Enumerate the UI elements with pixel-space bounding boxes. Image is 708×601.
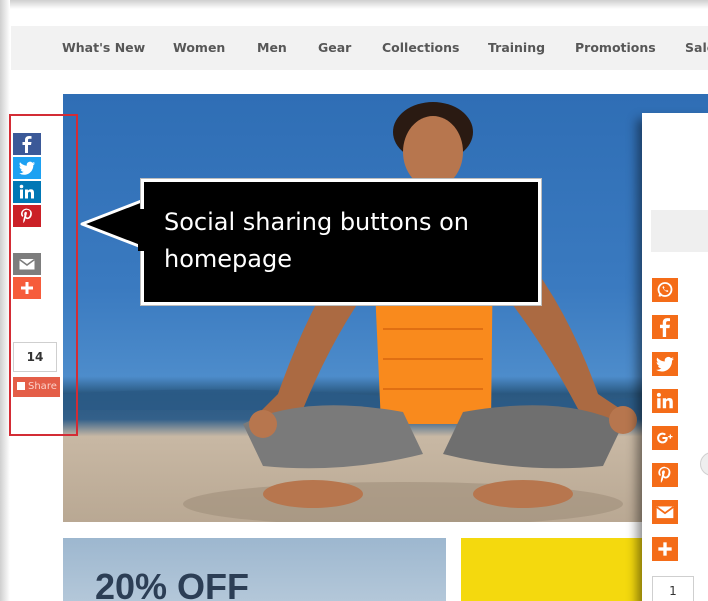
- nav-item-promotions[interactable]: Promotions: [575, 40, 656, 55]
- screenshot-frame: What's New Women Men Gear Collections Tr…: [0, 0, 708, 601]
- google-plus-icon: [657, 432, 673, 444]
- promo-tile-yellow[interactable]: [461, 538, 651, 601]
- email-share-button-orange[interactable]: [652, 500, 678, 524]
- twitter-share-button[interactable]: [13, 157, 41, 179]
- pinterest-share-button-orange[interactable]: [652, 463, 678, 487]
- pinterest-icon: [658, 466, 671, 483]
- twitter-share-button-orange[interactable]: [652, 352, 678, 376]
- share-button[interactable]: Share: [13, 377, 60, 397]
- whatsapp-share-button[interactable]: [652, 278, 678, 302]
- nav-item-women[interactable]: Women: [173, 40, 225, 55]
- google-plus-share-button[interactable]: [652, 426, 678, 450]
- main-navigation: What's New Women Men Gear Collections Tr…: [11, 26, 708, 70]
- popup-header-band: [651, 210, 708, 252]
- nav-item-sale[interactable]: Sale: [685, 40, 708, 55]
- more-share-button-orange[interactable]: [652, 537, 678, 561]
- promo-title: 20% OFF: [95, 566, 250, 601]
- facebook-share-button-orange[interactable]: [652, 315, 678, 339]
- facebook-icon: [660, 318, 670, 337]
- share-label-text: Share: [28, 381, 57, 392]
- more-share-button[interactable]: [13, 277, 41, 299]
- email-share-button[interactable]: [13, 253, 41, 275]
- hero-banner[interactable]: [63, 94, 708, 522]
- linkedin-share-button[interactable]: [13, 181, 41, 203]
- linkedin-icon: [19, 184, 34, 199]
- hero-photo-yoga-woman: [63, 102, 708, 522]
- linkedin-icon: [656, 392, 673, 409]
- plus-icon: [658, 542, 672, 556]
- frame-top-edge: [0, 0, 708, 9]
- nav-item-training[interactable]: Training: [488, 40, 545, 55]
- plus-icon: [21, 282, 33, 294]
- twitter-icon: [656, 356, 674, 372]
- callout-joint: [138, 209, 146, 251]
- share-plus-icon: [17, 382, 25, 390]
- annotation-callout: Social sharing buttons on homepage: [141, 179, 541, 305]
- whatsapp-icon: [657, 282, 673, 297]
- pinterest-icon: [21, 208, 32, 223]
- popup-share-count: 1: [652, 576, 694, 601]
- email-icon: [19, 258, 35, 270]
- nav-item-whats-new[interactable]: What's New: [62, 40, 145, 55]
- nav-item-gear[interactable]: Gear: [318, 40, 351, 55]
- linkedin-share-button-orange[interactable]: [652, 389, 678, 413]
- nav-item-collections[interactable]: Collections: [382, 40, 459, 55]
- facebook-icon: [22, 135, 32, 153]
- share-count: 14: [13, 342, 57, 372]
- callout-pointer: [80, 198, 146, 250]
- nav-item-men[interactable]: Men: [257, 40, 287, 55]
- callout-text: Social sharing buttons on homepage: [164, 208, 470, 273]
- twitter-icon: [19, 161, 35, 175]
- email-icon: [656, 506, 674, 519]
- promo-tile-discount[interactable]: 20% OFF: [63, 538, 446, 601]
- pinterest-share-button[interactable]: [13, 205, 41, 227]
- facebook-share-button[interactable]: [13, 133, 41, 155]
